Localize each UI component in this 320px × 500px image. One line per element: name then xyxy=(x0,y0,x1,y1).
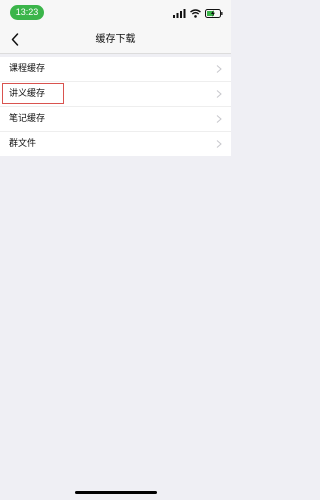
battery-charging-icon xyxy=(205,8,223,18)
wifi-icon xyxy=(190,8,201,18)
list-item-notes-cache[interactable]: 笔记缓存 xyxy=(0,107,231,132)
status-bar: 13:23 xyxy=(0,0,231,26)
cache-list: 课程缓存 讲义缓存 笔记缓存 群文件 xyxy=(0,57,231,156)
list-item-label: 课程缓存 xyxy=(9,64,46,74)
status-icons xyxy=(173,7,223,19)
home-indicator xyxy=(75,491,157,494)
chevron-right-icon xyxy=(216,65,222,73)
chevron-right-icon xyxy=(216,115,222,123)
signal-icon xyxy=(173,8,186,18)
list-item-label: 笔记缓存 xyxy=(9,114,46,124)
list-item-course-cache[interactable]: 课程缓存 xyxy=(0,57,231,82)
list-item-group-files[interactable]: 群文件 xyxy=(0,132,231,156)
list-item-label: 群文件 xyxy=(9,139,37,149)
list-item-label: 讲义缓存 xyxy=(9,89,46,99)
chevron-right-icon xyxy=(216,140,222,148)
page-title: 缓存下载 xyxy=(95,34,136,45)
navigation-bar: 缓存下载 xyxy=(0,26,231,54)
list-item-handout-cache[interactable]: 讲义缓存 xyxy=(0,82,231,107)
status-time: 13:23 xyxy=(10,5,44,20)
chevron-right-icon xyxy=(216,90,222,98)
